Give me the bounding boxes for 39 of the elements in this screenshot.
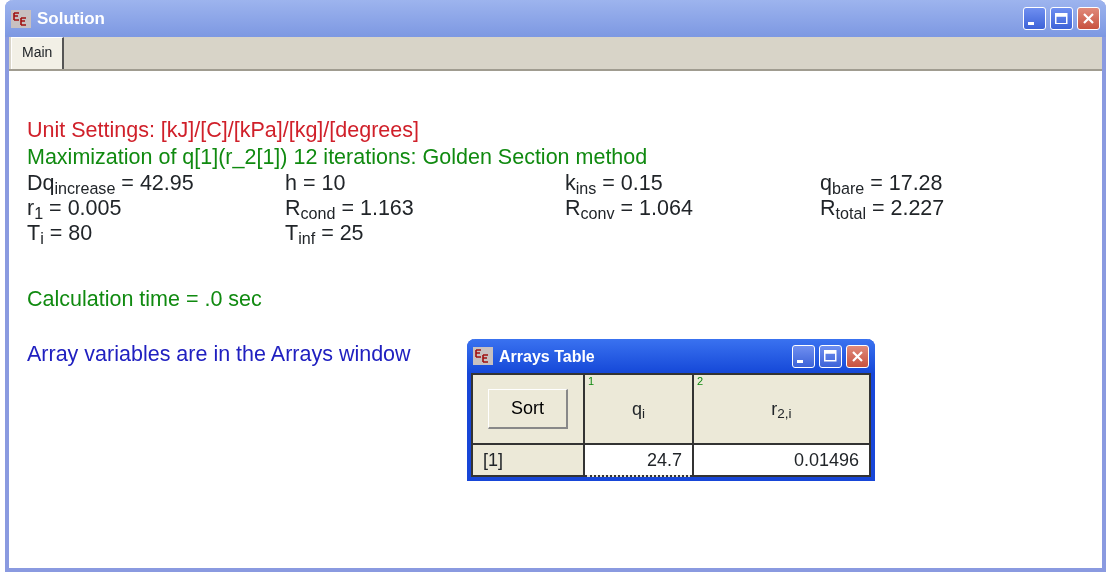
table-cell[interactable]: 0.01496 [692, 444, 870, 476]
variable-value: k$_{ins}$ = 0.15 [565, 171, 664, 196]
close-icon [852, 350, 863, 362]
variable-value: Dq$_{increase}$ = 42.95 [27, 171, 195, 196]
row-index: [1] [472, 444, 584, 476]
column-header: r$_{2,i}$ [770, 398, 793, 420]
table-cell[interactable]: 24.7 [584, 444, 693, 476]
column-number: 2 [696, 375, 704, 387]
close-button[interactable] [846, 344, 869, 368]
close-button[interactable] [1077, 7, 1100, 30]
maximize-icon [1055, 12, 1068, 25]
maximize-button[interactable] [819, 344, 842, 368]
variable-value: q$_{bare}$ = 17.28 [820, 171, 944, 196]
calculation-time-text: Calculation time = .0 sec [27, 286, 263, 313]
column-header: q$_{i}$ [630, 398, 646, 420]
minimize-button[interactable] [1023, 7, 1046, 30]
app-icon [11, 9, 31, 28]
variable-value: R$_{total}$ = 2.227 [820, 196, 946, 221]
column-number: 1 [588, 375, 595, 387]
app-icon [473, 347, 493, 365]
sort-button[interactable]: Sort [488, 389, 568, 429]
maximize-button[interactable] [1050, 7, 1073, 30]
minimize-button[interactable] [792, 344, 815, 368]
window-title: Solution [37, 7, 105, 30]
variable-value: r$_{1}$ = 0.005 [27, 196, 123, 221]
variable-value: T$_{i}$ = 80 [27, 221, 94, 246]
tab[interactable]: Main [11, 37, 65, 69]
variable-value: R$_{conv}$ = 1.064 [565, 196, 694, 221]
variable-value: T$_{inf}$ = 25 [285, 221, 365, 246]
variable-value: R$_{cond}$ = 1.163 [285, 196, 415, 221]
maximize-icon [824, 350, 837, 362]
minimize-icon [1027, 22, 1034, 25]
close-icon [1083, 13, 1094, 24]
status-text: Maximization of q[1](r_2[1]) 12 iterations: Golden Section method [27, 144, 649, 171]
window-title: Arrays Table [499, 346, 595, 367]
minimize-icon [796, 359, 803, 363]
unit-settings-text: Unit Settings: [kJ]/[C]/[kPa]/[kg]/[degrees] [27, 117, 420, 144]
variable-value: h = 10 [285, 171, 347, 196]
array-note-text: Array variables are in the Arrays window [27, 341, 411, 368]
